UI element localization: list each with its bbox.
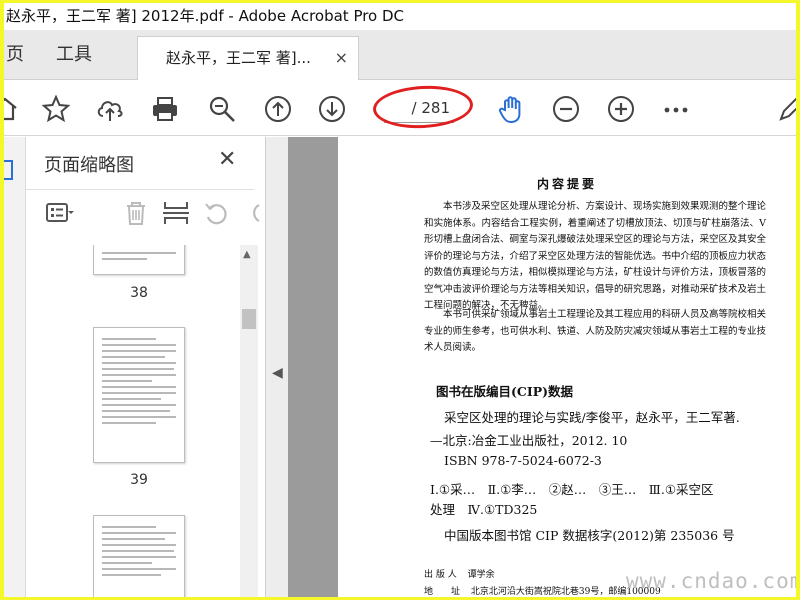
thumbnails-nav-icon[interactable]	[4, 159, 14, 181]
cip-line: 处理 Ⅳ.①TD325	[430, 502, 538, 517]
window-title: 赵永平，王二军 著] 2012年.pdf - Adobe Acrobat Pro…	[4, 3, 796, 30]
tab-tools[interactable]: 工具	[56, 30, 92, 80]
close-panel-icon[interactable]: ✕	[218, 147, 236, 172]
bookmark-star-icon[interactable]	[41, 94, 71, 124]
tab-bar: 页 工具 赵永平，王二军 著]... ×	[4, 30, 796, 80]
summary-heading: 内容提要	[536, 177, 597, 191]
rotate-clockwise-icon	[240, 200, 260, 226]
main-toolbar: / 281	[4, 81, 796, 136]
page-number-label: 39	[130, 472, 148, 488]
tab-document-label: 赵永平，王二军 著]...	[166, 49, 311, 67]
navigation-strip	[4, 137, 26, 597]
zoom-magnifier-icon[interactable]	[207, 94, 237, 124]
zoom-out-icon[interactable]	[551, 94, 581, 124]
rotate-page-icon	[202, 200, 230, 226]
page-up-icon[interactable]	[263, 94, 293, 124]
thumbnail-scrollbar[interactable]: ▲	[240, 245, 258, 597]
zoom-in-icon[interactable]	[606, 94, 636, 124]
cip-line: Ⅰ.①采… Ⅱ.①李… ②赵… ③王… Ⅲ.①采空区	[430, 482, 714, 497]
scrollbar-thumb[interactable]	[242, 309, 256, 329]
panel-collapse-gutter[interactable]: ◀	[266, 137, 288, 597]
extract-page-icon	[162, 200, 190, 226]
more-icon[interactable]	[661, 94, 691, 124]
site-watermark: www.cndao.com	[626, 569, 796, 593]
page-thumbnail[interactable]	[93, 245, 185, 275]
publisher-line: 出 版 人 谭学余	[424, 567, 495, 580]
scroll-up-icon[interactable]: ▲	[243, 249, 251, 260]
page-thumbnails-panel: 页面缩略图 ✕ 38 39 ▲	[26, 137, 266, 597]
cip-line: —北京:冶金工业出版社，2012. 10	[430, 433, 628, 448]
cip-line: 中国版本图书馆 CIP 数据核字(2012)第 235036 号	[444, 528, 735, 543]
cip-line: 采空区处理的理论与实践/李俊平，赵永平，王二军著.	[444, 410, 740, 425]
hand-tool-icon[interactable]	[496, 94, 526, 124]
red-highlight-ellipse	[371, 83, 475, 131]
acrobat-window: 赵永平，王二军 著] 2012年.pdf - Adobe Acrobat Pro…	[4, 3, 796, 597]
thumbnails-title: 页面缩略图	[44, 155, 134, 176]
page-thumbnail[interactable]	[93, 327, 185, 463]
publisher-label: 出 版 人	[424, 570, 457, 580]
page-thumbnail[interactable]	[93, 515, 185, 597]
upload-cloud-icon[interactable]	[95, 94, 125, 124]
summary-paragraph-2: 本书可供采矿领域从事岩土工程理论及其工程应用的科研人员及高等院校相关专业的师生参…	[424, 309, 767, 353]
print-icon[interactable]	[150, 94, 180, 124]
close-tab-icon[interactable]: ×	[335, 37, 348, 79]
address-label: 地 址	[424, 587, 461, 597]
cip-title: 图书在版编目(CIP)数据	[436, 384, 574, 399]
tab-document[interactable]: 赵永平，王二军 著]... ×	[137, 36, 359, 80]
edit-pen-icon[interactable]	[776, 94, 796, 124]
collapse-left-icon[interactable]: ◀	[272, 365, 283, 381]
thumbnail-options-icon[interactable]	[46, 200, 74, 226]
page-down-icon[interactable]	[317, 94, 347, 124]
publisher-name: 谭学余	[467, 570, 495, 580]
thumbnails-toolbar	[26, 189, 260, 235]
tab-home[interactable]: 页	[6, 30, 24, 80]
delete-page-icon	[122, 200, 150, 226]
cip-line: ISBN 978-7-5024-6072-3	[444, 453, 602, 468]
thumbnails-header: 页面缩略图 ✕	[26, 137, 266, 187]
document-page: 内容提要 本书涉及采空区处理从理论分析、方案设计、现场实施到效果观测的整个理论和…	[338, 137, 796, 597]
home-icon[interactable]	[4, 94, 20, 124]
thumbnail-list: 38 39	[26, 245, 240, 597]
summary-paragraph-1: 本书涉及采空区处理从理论分析、方案设计、现场实施到效果观测的整个理论和实施体系。…	[424, 201, 767, 311]
page-number-label: 38	[130, 285, 148, 301]
